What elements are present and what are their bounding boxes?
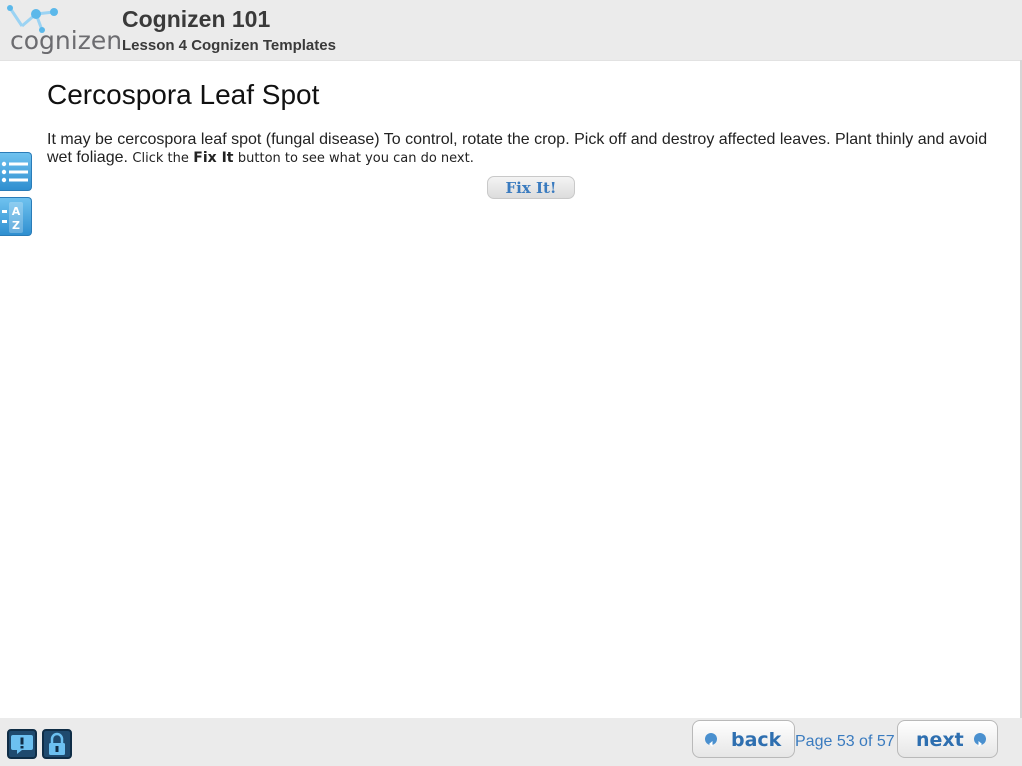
lock-button[interactable] [42,729,72,759]
body-click-text: Click the [132,151,189,166]
glossary-az-icon: A Z [2,202,23,233]
body-suffix-text: button to see what you can do next. [237,151,474,166]
back-button[interactable]: back [692,720,795,758]
outline-list-icon [1,161,28,183]
page-indicator: Page 53 of 57 [795,733,895,750]
svg-text:Z: Z [12,219,20,232]
course-title: Cognizen 101 [122,6,271,32]
logo-wordmark: cognizen [10,26,123,55]
help-button[interactable] [7,729,37,759]
glossary-button[interactable]: A Z [0,197,32,236]
svg-text:A: A [12,205,21,218]
next-button[interactable]: next [897,720,998,758]
next-button-label: next [916,729,964,751]
back-arrow-icon [705,733,717,747]
next-arrow-icon [974,733,986,747]
lock-icon [49,732,65,755]
help-comment-icon [11,735,33,754]
lesson-title: Lesson 4 Cognizen Templates [122,37,336,54]
outline-button[interactable] [0,152,32,191]
course-header: cognizen Cognizen 101 Lesson 4 Cognizen … [0,0,1022,61]
fix-it-button[interactable]: Fix It! [487,176,575,199]
page-title: Cercospora Leaf Spot [47,79,320,110]
cognizen-logo: cognizen [6,4,122,58]
back-button-label: back [731,729,782,751]
body-text: It may be cercospora leaf spot (fungal d… [47,131,1002,168]
body-fix-it-emphasis: Fix It [193,150,234,166]
